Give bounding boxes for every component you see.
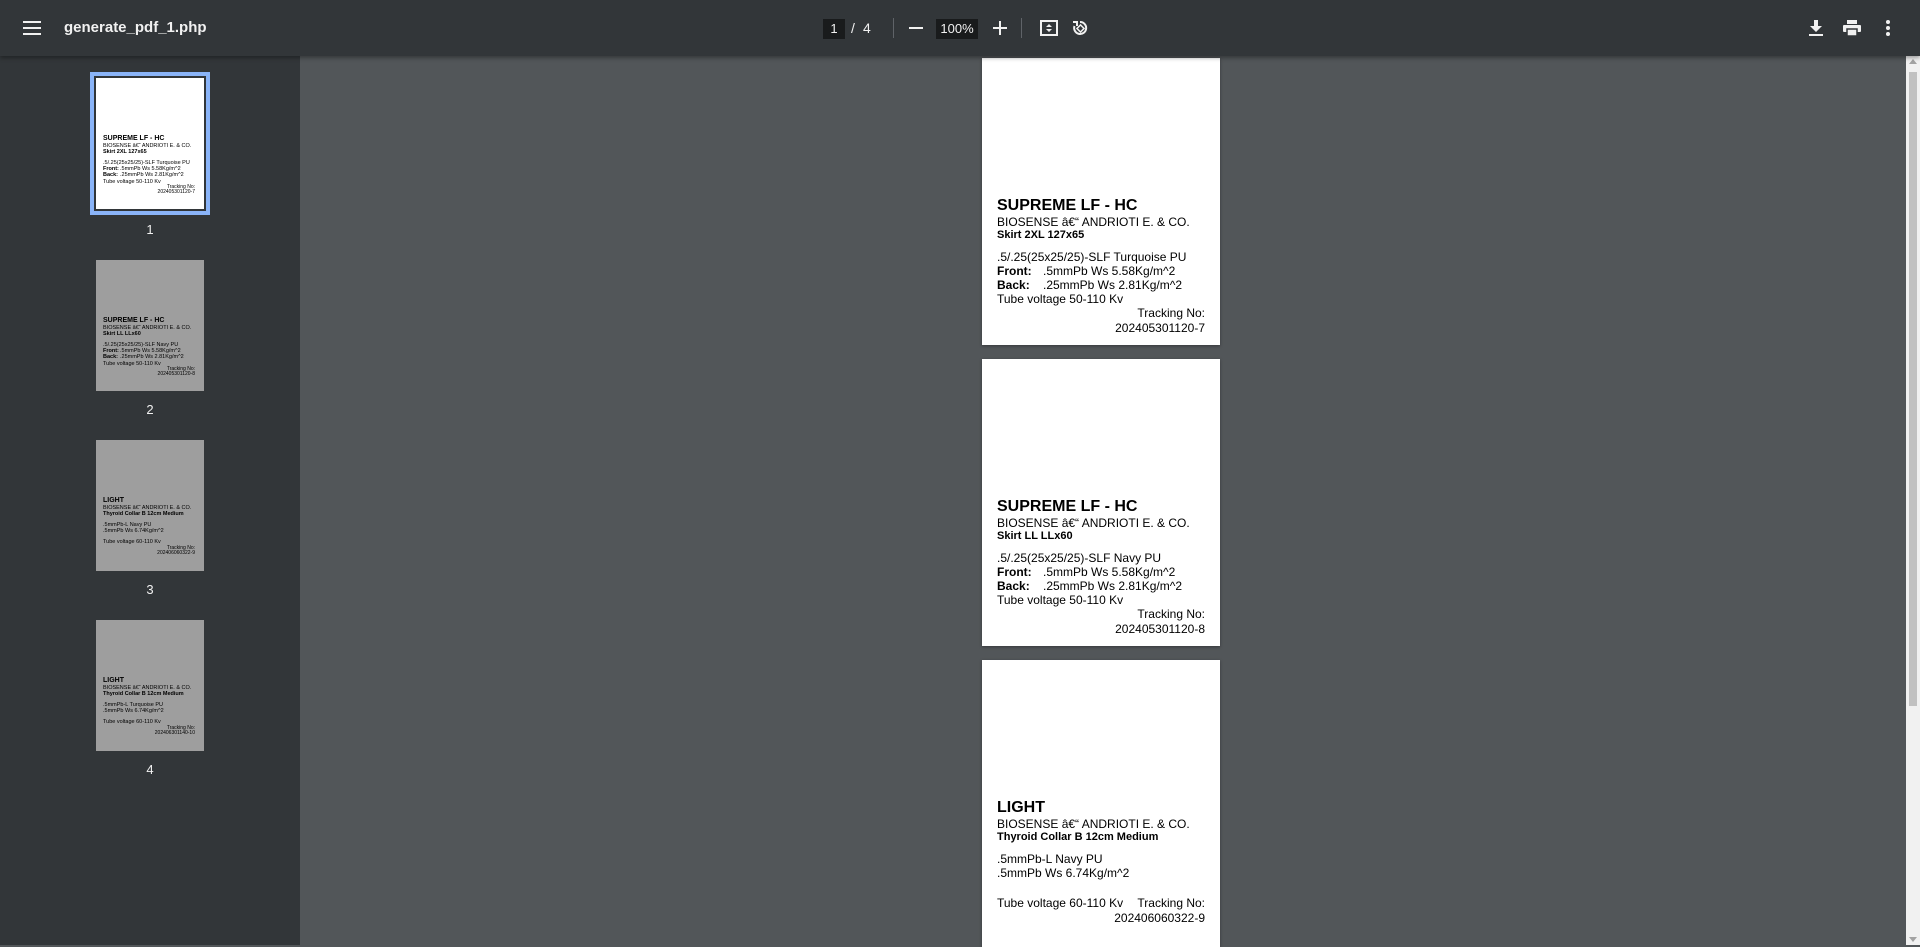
label-title: SUPREME LF - HC — [997, 197, 1138, 214]
thumbnail-page-4[interactable]: LIGHT BIOSENSE â€“ ANDRIOTI E. & CO. Thy… — [96, 620, 204, 751]
thumbnail-label: 4 — [146, 762, 154, 777]
zoom-in-button[interactable] — [984, 12, 1016, 44]
label-tracking-no: 202405301120-7 — [1115, 321, 1205, 335]
plus-icon — [993, 21, 1007, 35]
toolbar-divider — [893, 18, 894, 38]
more-vert-icon — [1886, 20, 1890, 36]
pdf-page-2: SUPREME LF - HC BIOSENSE â€“ ANDRIOTI E.… — [982, 359, 1220, 646]
current-page-input[interactable]: 1 — [823, 19, 845, 39]
label-product: Skirt 2XL 127x65 — [997, 229, 1085, 241]
vertical-scrollbar[interactable] — [1906, 56, 1920, 945]
thumb-back-value: .25mmPb Ws 2.81Kg/m^2 — [120, 172, 184, 179]
label-back-line: Back: .25mmPb Ws 2.81Kg/m^2 — [997, 579, 1205, 593]
fit-page-icon — [1040, 20, 1058, 36]
thumbnail-content: LIGHT BIOSENSE â€“ ANDRIOTI E. & CO. Thy… — [103, 677, 199, 737]
label-title: LIGHT — [997, 799, 1045, 816]
thumb-back-label: Back: — [103, 354, 118, 361]
label-product: Thyroid Collar B 12cm Medium — [997, 831, 1159, 843]
thumbnail-page-2[interactable]: SUPREME LF - HC BIOSENSE â€“ ANDRIOTI E.… — [96, 260, 204, 391]
thumbnail-sidebar: SUPREME LF - HC BIOSENSE â€“ ANDRIOTI E.… — [0, 56, 300, 945]
pdf-toolbar: generate_pdf_1.php 1 / 4 100% — [0, 0, 1920, 56]
thumbnail-label: 2 — [146, 402, 154, 417]
label-company: BIOSENSE â€“ ANDRIOTI E. & CO. — [997, 516, 1190, 530]
download-icon — [1809, 20, 1823, 36]
thumbnail-page-3[interactable]: LIGHT BIOSENSE â€“ ANDRIOTI E. & CO. Thy… — [96, 440, 204, 571]
label-tracking-no: 202405301120-8 — [1115, 622, 1205, 636]
menu-icon — [23, 21, 41, 35]
thumbnail-content: SUPREME LF - HC BIOSENSE â€“ ANDRIOTI E.… — [103, 135, 199, 196]
scrollbar-thumb[interactable] — [1909, 72, 1917, 706]
label-voltage: Tube voltage 50-110 Kv — [997, 593, 1124, 607]
document-viewer[interactable]: SUPREME LF - HC BIOSENSE â€“ ANDRIOTI E.… — [300, 56, 1906, 947]
thumb-tracking-no: 202405301120-7 — [157, 189, 195, 196]
label-product: Skirt LL LLx60 — [997, 530, 1073, 542]
label-content: LIGHT BIOSENSE â€“ ANDRIOTI E. & CO. Thy… — [997, 798, 1205, 926]
fit-to-page-button[interactable] — [1033, 12, 1065, 44]
thumb-tracking-no: 202406301140-10 — [154, 730, 195, 737]
zoom-out-button[interactable] — [900, 12, 932, 44]
thumb-tracking-no: 202405301120-8 — [157, 371, 195, 378]
label-content: SUPREME LF - HC BIOSENSE â€“ ANDRIOTI E.… — [997, 497, 1205, 637]
label-spec: .5mmPb-L Navy PU — [997, 852, 1103, 866]
toolbar-divider — [1021, 18, 1022, 38]
document-title: generate_pdf_1.php — [64, 19, 207, 36]
scroll-down-arrow-icon[interactable] — [1909, 937, 1917, 942]
label-front-label: Front: — [997, 264, 1032, 278]
thumb-front-value: .5mmPb Ws 5.58Kg/m^2 — [120, 166, 181, 173]
download-button[interactable] — [1800, 12, 1832, 44]
label-front-line: Front: .5mmPb Ws 5.58Kg/m^2 — [997, 264, 1205, 278]
thumbnail-page-1[interactable]: SUPREME LF - HC BIOSENSE â€“ ANDRIOTI E.… — [90, 72, 210, 215]
label-back-label: Back: — [997, 278, 1030, 292]
rotate-icon — [1073, 20, 1088, 35]
label-front-value: .5mmPb Ws 5.58Kg/m^2 — [1043, 565, 1176, 579]
label-back-value: .25mmPb Ws 2.81Kg/m^2 — [1043, 579, 1183, 593]
label-voltage: Tube voltage 50-110 Kv — [997, 292, 1124, 306]
print-icon — [1843, 20, 1861, 36]
label-tracking-label: Tracking No: — [1137, 607, 1205, 621]
label-spec: .5/.25(25x25/25)-SLF Turquoise PU — [997, 250, 1187, 264]
label-front-line: Front: .5mmPb Ws 5.58Kg/m^2 — [997, 565, 1205, 579]
total-pages: 4 — [863, 20, 871, 36]
print-button[interactable] — [1836, 12, 1868, 44]
rotate-button[interactable] — [1064, 12, 1096, 44]
thumb-front-value: .5mmPb Ws 5.58Kg/m^2 — [120, 348, 181, 355]
thumb-title: LIGHT — [103, 497, 124, 504]
thumb-back-value: .25mmPb Ws 2.81Kg/m^2 — [120, 354, 184, 361]
minus-icon — [909, 27, 923, 29]
label-back-value: .25mmPb Ws 2.81Kg/m^2 — [1043, 278, 1183, 292]
more-options-button[interactable] — [1872, 12, 1904, 44]
label-title: SUPREME LF - HC — [997, 498, 1138, 515]
label-tracking-no: 202406060322-9 — [1114, 911, 1205, 925]
thumb-tracking-no: 202406060322-9 — [157, 550, 195, 557]
label-front-value: .5mmPb Ws 5.58Kg/m^2 — [1043, 264, 1176, 278]
thumbnail-content: LIGHT BIOSENSE â€“ ANDRIOTI E. & CO. Thy… — [103, 497, 199, 557]
label-spec: .5/.25(25x25/25)-SLF Navy PU — [997, 551, 1162, 565]
pdf-page-3: LIGHT BIOSENSE â€“ ANDRIOTI E. & CO. Thy… — [982, 660, 1220, 947]
thumb-title: SUPREME LF - HC — [103, 135, 165, 142]
label-company: BIOSENSE â€“ ANDRIOTI E. & CO. — [997, 817, 1190, 831]
scroll-up-arrow-icon[interactable] — [1909, 59, 1917, 64]
label-content: SUPREME LF - HC BIOSENSE â€“ ANDRIOTI E.… — [997, 196, 1205, 336]
thumb-back-label: Back: — [103, 172, 118, 179]
label-company: BIOSENSE â€“ ANDRIOTI E. & CO. — [997, 215, 1190, 229]
thumb-title: SUPREME LF - HC — [103, 317, 165, 324]
menu-button[interactable] — [16, 12, 48, 44]
label-front-label: Front: — [997, 565, 1032, 579]
thumb-title: LIGHT — [103, 677, 124, 684]
zoom-level-input[interactable]: 100% — [936, 19, 978, 39]
label-back-line: Back: .25mmPb Ws 2.81Kg/m^2 — [997, 278, 1205, 292]
label-back-label: Back: — [997, 579, 1030, 593]
label-line2: .5mmPb Ws 6.74Kg/m^2 — [997, 866, 1130, 880]
thumbnail-label: 3 — [146, 582, 154, 597]
thumbnail-content: SUPREME LF - HC BIOSENSE â€“ ANDRIOTI E.… — [103, 317, 199, 378]
thumbnail-label: 1 — [146, 222, 154, 237]
pdf-page-1: SUPREME LF - HC BIOSENSE â€“ ANDRIOTI E.… — [982, 58, 1220, 345]
page-separator: / — [851, 20, 855, 36]
label-tracking-label: Tracking No: — [1137, 306, 1205, 320]
